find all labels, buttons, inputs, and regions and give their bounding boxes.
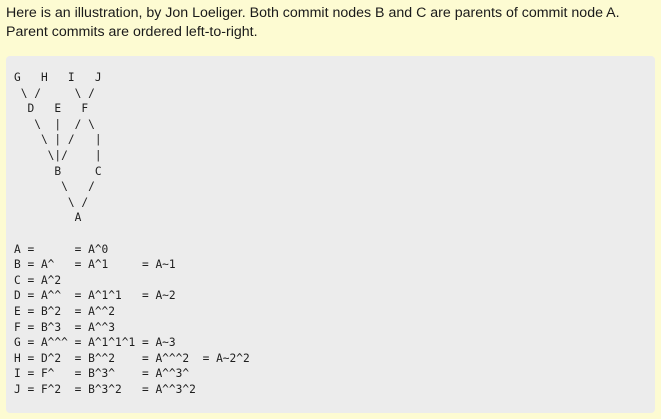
intro-line-1: Here is an illustration, by Jon Loeliger… (6, 5, 620, 21)
code-line: I = F^ = B^3^ = A^^3^ (14, 367, 190, 381)
code-line: B = A^ = A^1 = A~1 (14, 258, 176, 272)
code-line: \|/ | (14, 148, 102, 162)
code-line: E = B^2 = A^^2 (14, 304, 116, 318)
code-line: G H I J (14, 71, 102, 84)
code-line: \ | / \ (14, 117, 95, 131)
code-line: H = D^2 = B^^2 = A^^^2 = A~2^2 (14, 351, 250, 365)
code-block: G H I J \ / \ / D E F \ | / \ \ | / | \|… (6, 56, 655, 413)
code-line: B C (14, 164, 102, 178)
code-line: D E F (14, 102, 89, 116)
code-line: \ | / | (14, 133, 102, 147)
code-line: D = A^^ = A^1^1 = A~2 (14, 289, 176, 303)
code-line: J = F^2 = B^3^2 = A^^3^2 (14, 382, 196, 396)
code-line: \ / \ / (14, 86, 95, 100)
code-line: A = = A^0 (14, 242, 109, 256)
intro-paragraph: Here is an illustration, by Jon Loeliger… (6, 4, 656, 42)
code-line: A (14, 211, 82, 225)
code-line: G = A^^^ = A^1^1^1 = A~3 (14, 336, 176, 350)
code-line: F = B^3 = A^^3 (14, 320, 116, 334)
commit-graph-code: G H I J \ / \ / D E F \ | / \ \ | / | \|… (14, 70, 655, 397)
code-line: C = A^2 (14, 273, 62, 287)
code-line: \ / (14, 195, 89, 209)
code-line: \ / (14, 180, 95, 194)
intro-line-2: Parent commits are ordered left-to-right… (6, 24, 258, 40)
